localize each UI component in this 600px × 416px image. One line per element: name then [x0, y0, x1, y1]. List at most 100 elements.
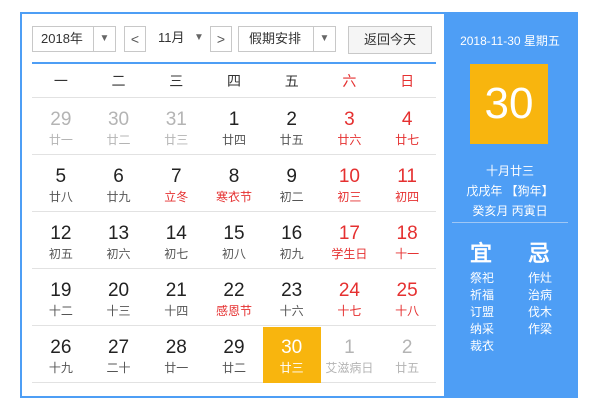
- day-number: 29: [223, 337, 245, 358]
- weekday-label: 二: [111, 73, 126, 89]
- day-number: 19: [50, 280, 72, 301]
- day-cell[interactable]: 26 十九: [32, 327, 90, 383]
- day-cell[interactable]: 2 廿五: [378, 327, 436, 383]
- day-cell[interactable]: 11 初四: [378, 156, 436, 212]
- day-cell[interactable]: 23 十六: [263, 270, 321, 326]
- weekday-label: 四: [226, 73, 241, 89]
- day-number: 23: [281, 280, 303, 301]
- day-number: 25: [396, 280, 418, 301]
- weekday-label: 日: [400, 73, 415, 89]
- ji-activity: 作灶: [528, 271, 553, 285]
- lunar-label: 廿六: [337, 133, 362, 147]
- day-cell[interactable]: 13 初六: [90, 213, 148, 269]
- lunar-label: 学生日: [331, 247, 368, 261]
- calendar-toolbar: 2018年 ▼ < 11月 ▼ > 假期安排 ▼ 返回今天: [22, 14, 444, 58]
- lunar-label: 初六: [106, 247, 131, 261]
- day-cell[interactable]: 17 学生日: [321, 213, 379, 269]
- day-cell[interactable]: 30 廿二: [90, 99, 148, 155]
- chevron-down-icon: ▼: [313, 27, 335, 51]
- lunar-label: 廿三: [279, 361, 304, 375]
- lunar-label: 初四: [395, 190, 420, 204]
- lunar-label: 廿九: [106, 190, 131, 204]
- day-cell[interactable]: 10 初三: [321, 156, 379, 212]
- lunar-label: 初九: [279, 247, 304, 261]
- calendar-main: 2018年 ▼ < 11月 ▼ > 假期安排 ▼ 返回今天 一二三四五六日 29…: [22, 14, 444, 396]
- lunar-label: 初七: [164, 247, 189, 261]
- day-number: 2: [286, 109, 297, 130]
- lunar-label: 廿四: [221, 133, 246, 147]
- day-cell[interactable]: 22 感恩节: [205, 270, 263, 326]
- day-number: 15: [223, 223, 245, 244]
- week-row: 12 初五 13 初六 14 初七 15 初八 16 初九 17 学生日 18 十一: [32, 213, 436, 269]
- lunar-label: 感恩节: [215, 304, 252, 318]
- day-cell[interactable]: 14 初七: [147, 213, 205, 269]
- back-to-today-button[interactable]: 返回今天: [348, 26, 432, 54]
- day-cell[interactable]: 4 廿七: [378, 99, 436, 155]
- lunar-label: 二十: [106, 361, 131, 375]
- yi-activity: 纳采: [470, 322, 495, 336]
- ji-activities: 作灶 治病 伐木 作梁: [528, 270, 552, 338]
- month-select[interactable]: 11月 ▼: [148, 26, 210, 52]
- chevron-down-icon: ▼: [93, 27, 115, 51]
- day-number: 13: [107, 223, 130, 244]
- lunar-label: 初八: [221, 247, 246, 261]
- day-number: 29: [50, 109, 72, 130]
- day-cell[interactable]: 24 十七: [321, 270, 379, 326]
- week-row: 29 廿一 30 廿二 31 廿三 1 廿四 2 廿五 3 廿六 4 廿七: [32, 99, 436, 155]
- day-cell[interactable]: 5 廿八: [32, 156, 90, 212]
- lunar-label: 初五: [48, 247, 73, 261]
- day-number: 20: [107, 280, 130, 301]
- lunar-label: 寒衣节: [215, 190, 252, 204]
- day-cell[interactable]: 8 寒衣节: [205, 156, 263, 212]
- yi-label: 宜: [470, 241, 493, 266]
- lunar-label: 廿五: [279, 133, 304, 147]
- day-cell[interactable]: 25 十八: [378, 270, 436, 326]
- day-cell[interactable]: 31 廿三: [147, 99, 205, 155]
- weekday-header: 一二三四五六日: [32, 64, 436, 98]
- day-cell[interactable]: 29 廿一: [32, 99, 90, 155]
- day-cell[interactable]: 15 初八: [205, 213, 263, 269]
- lunar-label: 十三: [106, 304, 131, 318]
- prev-month-button[interactable]: <: [124, 26, 146, 52]
- weekday-label: 六: [342, 73, 357, 89]
- day-number: 1: [228, 109, 240, 130]
- holiday-select[interactable]: 假期安排 ▼: [238, 26, 336, 52]
- day-cell[interactable]: 21 十四: [147, 270, 205, 326]
- next-month-button[interactable]: >: [210, 26, 232, 52]
- day-cell[interactable]: 12 初五: [32, 213, 90, 269]
- lunar-label: 廿三: [164, 133, 189, 147]
- day-cell[interactable]: 6 廿九: [90, 156, 148, 212]
- day-cell[interactable]: 19 十二: [32, 270, 90, 326]
- day-cell[interactable]: 27 二十: [90, 327, 148, 383]
- day-cell[interactable]: 1 艾滋病日: [321, 327, 379, 383]
- lunar-label: 十一: [395, 247, 420, 261]
- month-day-ganzhi: 癸亥月 丙寅日: [472, 204, 548, 218]
- day-cell[interactable]: 29 廿二: [205, 327, 263, 383]
- day-cell[interactable]: 7 立冬: [147, 156, 205, 212]
- day-cell[interactable]: 3 廿六: [321, 99, 379, 155]
- day-number: 7: [170, 166, 182, 187]
- day-number: 30: [281, 337, 303, 358]
- day-cell[interactable]: 20 十三: [90, 270, 148, 326]
- day-cell[interactable]: 18 十一: [378, 213, 436, 269]
- year-select[interactable]: 2018年 ▼: [32, 26, 116, 52]
- lunar-label: 廿一: [164, 361, 189, 375]
- day-cell[interactable]: 16 初九: [263, 213, 321, 269]
- lunar-label: 廿七: [395, 133, 420, 147]
- day-cell[interactable]: 28 廿一: [147, 327, 205, 383]
- yi-activity: 裁衣: [470, 339, 495, 353]
- day-number: 9: [286, 166, 297, 187]
- day-number: 18: [396, 223, 418, 244]
- yi-activities: 祭祀 祈福 订盟 纳采 裁衣: [470, 270, 494, 355]
- day-number: 4: [401, 109, 413, 130]
- day-number: 8: [228, 166, 240, 187]
- day-number: 1: [344, 337, 355, 358]
- day-cell[interactable]: 1 廿四: [205, 99, 263, 155]
- day-cell[interactable]: 2 廿五: [263, 99, 321, 155]
- year-select-value: 2018年: [41, 31, 83, 46]
- big-day-number: 30: [470, 64, 548, 144]
- weekday-label: 三: [169, 73, 184, 89]
- day-number: 2: [401, 337, 413, 358]
- day-cell[interactable]: 9 初二: [263, 156, 321, 212]
- day-cell-selected[interactable]: 30 廿三: [262, 327, 321, 383]
